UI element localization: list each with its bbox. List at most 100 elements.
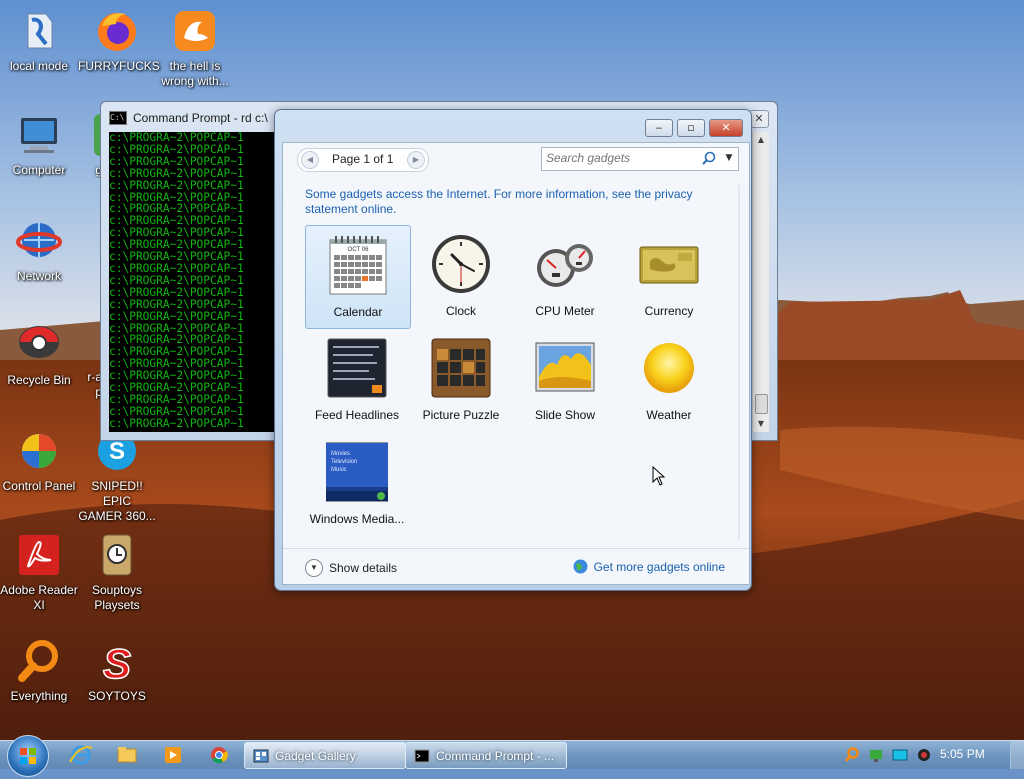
windows-media-center-icon: Movies Television Music: [326, 442, 388, 502]
search-input[interactable]: [546, 150, 696, 166]
previous-page-button[interactable]: ◀: [301, 151, 319, 169]
display-tray-icon[interactable]: [892, 747, 908, 763]
show-desktop-button[interactable]: [1010, 741, 1024, 769]
currency-icon: [639, 246, 699, 284]
media-thumb-line: Music: [331, 467, 347, 473]
get-more-gadgets-link[interactable]: Get more gadgets online: [573, 559, 725, 574]
gadget-label: Slide Show: [534, 408, 596, 422]
minimize-button[interactable]: ‒: [645, 119, 673, 137]
desktop-icon-souptoys[interactable]: Souptoys Playsets: [78, 532, 156, 613]
scrollbar[interactable]: [731, 185, 747, 540]
desktop-icon-uc-browser[interactable]: the hell is wrong with...: [156, 8, 234, 89]
gadget-gallery-icon: [253, 749, 269, 762]
gadget-label: Weather: [646, 408, 692, 422]
gadget-gallery-window[interactable]: ‒ ▫ ✕ ◀ Page 1 of 1 ▶ ▼ Some gadgets acc…: [274, 109, 752, 591]
desktop-icon-adobe-reader[interactable]: Adobe Reader XI: [0, 532, 78, 613]
privacy-notice-link[interactable]: Some gadgets access the Internet. For mo…: [305, 187, 725, 217]
gadget-tile-picture-puzzle[interactable]: Picture Puzzle: [409, 329, 513, 431]
gallery-footer: ▼ Show details Get more gadgets online: [283, 548, 749, 585]
gadget-tile-cpu-meter[interactable]: CPU Meter: [513, 225, 617, 327]
window-titlebar[interactable]: C:\ Command Prompt - rd c:\: [109, 108, 268, 128]
media-player-icon[interactable]: [158, 744, 188, 766]
scroll-down-button[interactable]: ▼: [753, 416, 769, 432]
desktop-icon-partial-r[interactable]: r-a p: [78, 322, 102, 400]
desktop-icon-recycle-bin[interactable]: Recycle Bin: [0, 322, 78, 388]
chevron-down-icon[interactable]: ▼: [722, 150, 736, 166]
desktop-icon-network[interactable]: Network: [0, 218, 78, 284]
calendar-month-label: OCT 06: [348, 247, 370, 253]
folder-icon[interactable]: [112, 744, 142, 766]
desktop-icon-skype[interactable]: S SNIPED!! EPIC GAMER 360...: [78, 428, 156, 524]
gadget-label: Picture Puzzle: [422, 408, 500, 422]
desktop-icon-local-mode[interactable]: local mode: [0, 8, 78, 74]
taskbar-clock[interactable]: 5:05 PM: [940, 747, 985, 761]
close-button[interactable]: ✕: [749, 110, 769, 128]
close-button[interactable]: ✕: [709, 119, 743, 137]
scroll-thumb[interactable]: [755, 394, 768, 414]
desktop-icon-label: local mode: [9, 59, 69, 73]
feed-headlines-icon: [327, 338, 387, 398]
gadget-tile-clock[interactable]: Clock: [409, 225, 513, 327]
gadget-tile-feed-headlines[interactable]: Feed Headlines: [305, 329, 409, 431]
app-icon: [27, 13, 53, 49]
gadget-tile-slide-show[interactable]: Slide Show: [513, 329, 617, 431]
scrollbar[interactable]: ▲ ▼: [752, 132, 769, 432]
desktop-icon-everything[interactable]: Everything: [0, 638, 78, 704]
desktop-icon-label: Computer: [12, 163, 66, 177]
show-details-label: Show details: [329, 561, 398, 575]
desktop-icon-partial-g[interactable]: g: [78, 112, 102, 178]
search-box[interactable]: ▼: [541, 147, 739, 171]
desktop-icon-label: SNIPED!! EPIC GAMER 360...: [78, 479, 156, 523]
chrome-icon[interactable]: [204, 744, 234, 766]
task-label: Gadget Gallery: [275, 748, 356, 763]
gallery-toolbar: ◀ Page 1 of 1 ▶ ▼: [283, 143, 749, 181]
taskbar-task-command-prompt[interactable]: Command Prompt - ...: [405, 742, 567, 769]
next-page-button[interactable]: ▶: [407, 151, 425, 169]
cmd-icon: [414, 749, 430, 762]
recycle-bin-icon: [19, 326, 59, 358]
clock-icon: [432, 235, 490, 293]
soytoys-icon: S: [102, 639, 132, 688]
gadget-tile-windows-media-center[interactable]: Movies Television Music Windows Media...: [305, 433, 409, 535]
maximize-button[interactable]: ▫: [677, 119, 705, 137]
desktop-icon-firefox[interactable]: FURRYFUCKS: [78, 8, 160, 74]
mouse-cursor-icon: [652, 466, 666, 486]
chevron-down-icon: ▼: [305, 559, 323, 577]
desktop-icon-label: Adobe Reader XI: [0, 583, 78, 612]
media-thumb-line: Movies: [331, 451, 350, 457]
gadget-label: Windows Media...: [309, 512, 405, 526]
desktop-icon-soytoys[interactable]: S SOYTOYS: [78, 638, 156, 704]
desktop-icon-label: SOYTOYS: [88, 689, 146, 703]
scroll-up-button[interactable]: ▲: [753, 132, 769, 148]
taskbar: Gadget Gallery Command Prompt - ... 5:05…: [0, 735, 1024, 777]
gallery-content: ◀ Page 1 of 1 ▶ ▼ Some gadgets access th…: [282, 142, 750, 585]
picture-puzzle-icon: [431, 338, 491, 398]
show-details-button[interactable]: ▼ Show details: [305, 559, 397, 577]
computer-icon: [21, 118, 57, 153]
page-navigator: ◀ Page 1 of 1 ▶: [297, 148, 429, 172]
slide-show-icon: [535, 342, 595, 392]
desktop-icon-label: g: [95, 163, 102, 177]
uc-browser-icon: [175, 11, 215, 51]
network-tray-icon[interactable]: [868, 747, 884, 763]
gadget-label: Currency: [644, 304, 694, 318]
search-icon[interactable]: [702, 151, 716, 165]
gadget-label: Clock: [445, 304, 476, 318]
desktop-icon-label: FURRYFUCKS: [78, 59, 160, 73]
desktop-icon-label: the hell is wrong with...: [161, 59, 229, 88]
internet-explorer-icon[interactable]: [66, 744, 96, 766]
gadget-tile-calendar[interactable]: OCT 06 Calendar: [305, 225, 411, 329]
get-more-gadgets-label: Get more gadgets online: [593, 559, 725, 574]
desktop-icon-computer[interactable]: Computer: [0, 112, 78, 178]
taskbar-task-gadget-gallery[interactable]: Gadget Gallery: [244, 742, 406, 769]
desktop-icon-control-panel[interactable]: Control Panel: [0, 428, 78, 494]
start-button[interactable]: [7, 735, 49, 777]
everything-tray-icon[interactable]: [844, 747, 860, 763]
cpu-meter-icon: [537, 244, 593, 287]
gadget-tile-currency[interactable]: Currency: [617, 225, 721, 327]
gadget-tile-weather[interactable]: Weather: [617, 329, 721, 431]
volume-tray-icon[interactable]: [916, 747, 932, 763]
globe-icon: [573, 559, 588, 574]
desktop-icon-label: Network: [16, 269, 61, 283]
desktop-icon-label: Recycle Bin: [7, 373, 71, 387]
